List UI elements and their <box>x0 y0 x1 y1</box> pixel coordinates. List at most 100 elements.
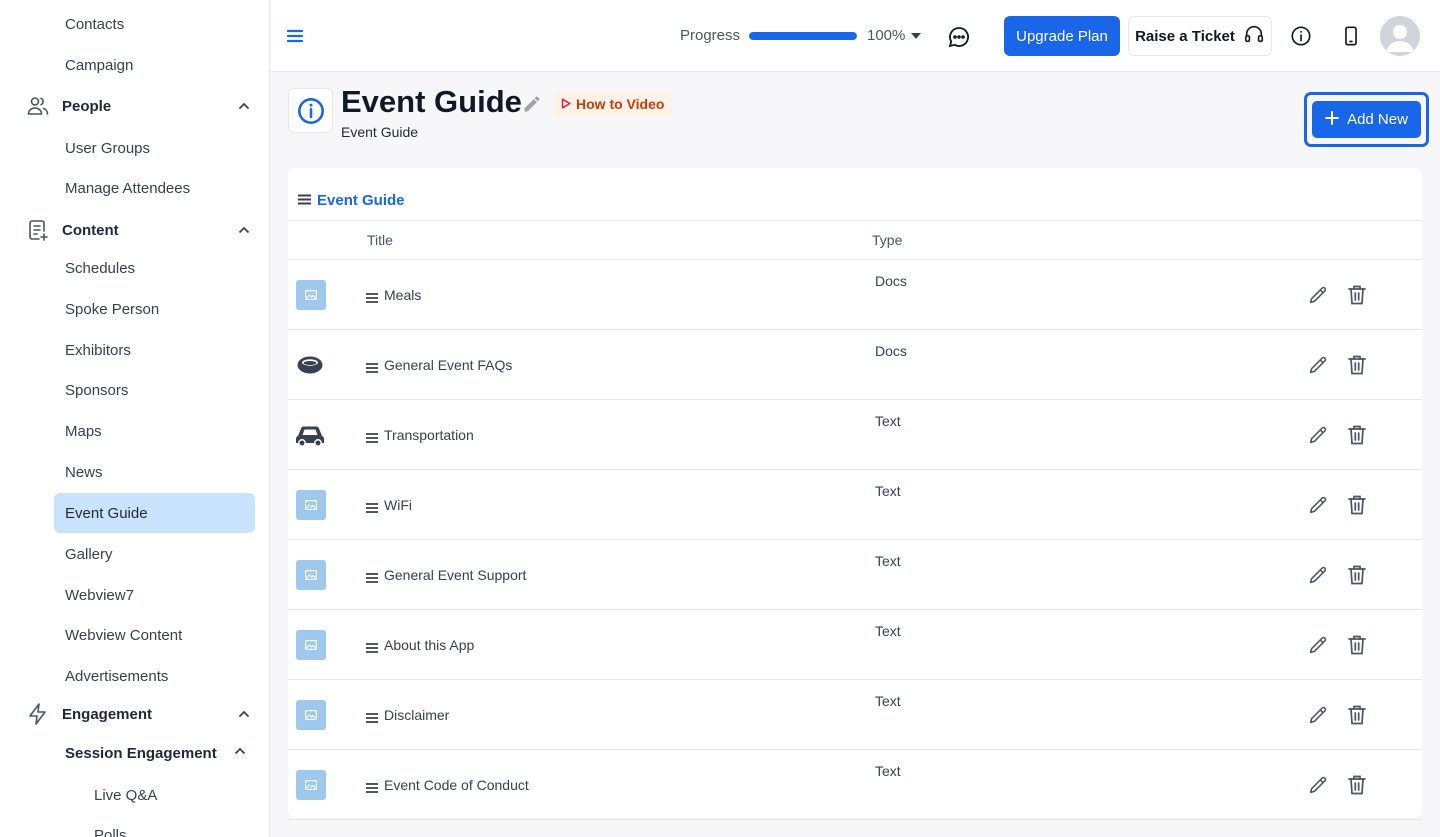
edit-title-pencil-icon[interactable] <box>522 94 542 114</box>
sidebar-item-webview7[interactable]: Webview7 <box>54 575 255 615</box>
page-subtitle: Event Guide <box>341 124 419 140</box>
drag-handle-icon[interactable] <box>366 360 378 373</box>
table-row[interactable]: Event Code of Conduct Text <box>288 750 1422 820</box>
row-title: General Event FAQs <box>384 357 513 373</box>
row-title: WiFi <box>384 497 412 513</box>
document-add-icon <box>24 216 52 244</box>
drag-handle-icon[interactable] <box>366 640 378 653</box>
drag-handle-icon[interactable] <box>366 570 378 583</box>
sidebar-item-contacts[interactable]: Contacts <box>54 4 255 44</box>
play-icon <box>561 96 571 112</box>
table-row[interactable]: General Event Support Text <box>288 540 1422 610</box>
table-row[interactable]: Meals Docs <box>288 260 1422 330</box>
column-header-title: Title <box>367 232 393 248</box>
table-header: Title Type <box>288 220 1422 260</box>
sidebar-item-maps[interactable]: Maps <box>54 411 255 451</box>
sidebar-section-content[interactable]: Content <box>24 210 254 250</box>
trash-icon[interactable] <box>1347 284 1367 306</box>
sidebar-item-sponsors[interactable]: Sponsors <box>54 370 255 410</box>
drag-handle-icon[interactable] <box>366 780 378 793</box>
edit-pencil-icon[interactable] <box>1307 494 1329 516</box>
sidebar-item-advertisements[interactable]: Advertisements <box>54 656 255 696</box>
table-row[interactable]: General Event FAQs Docs <box>288 330 1422 400</box>
trash-icon[interactable] <box>1347 354 1367 376</box>
row-type: Text <box>875 413 901 429</box>
sidebar-subsection-session-engagement[interactable]: Session Engagement <box>54 733 255 773</box>
sidebar-item-campaign[interactable]: Campaign <box>54 45 255 85</box>
add-new-focus-ring: Add New <box>1304 92 1429 147</box>
upgrade-plan-button[interactable]: Upgrade Plan <box>1004 16 1120 56</box>
sidebar-item-event-guide[interactable]: Event Guide <box>54 493 255 533</box>
table-row[interactable]: WiFi Text <box>288 470 1422 540</box>
trash-icon[interactable] <box>1347 564 1367 586</box>
sidebar-section-people[interactable]: People <box>24 86 254 126</box>
trash-icon[interactable] <box>1347 494 1367 516</box>
sidebar-item-webview-content[interactable]: Webview Content <box>54 615 255 655</box>
lightning-icon <box>24 700 52 728</box>
section-title[interactable]: Event Guide <box>298 192 405 209</box>
sidebar-item-label: Sponsors <box>65 381 129 399</box>
sidebar-item-label: Session Engagement <box>65 744 217 762</box>
edit-pencil-icon[interactable] <box>1307 774 1329 796</box>
sidebar-item-gallery[interactable]: Gallery <box>54 534 255 574</box>
chevron-up-icon[interactable] <box>234 220 254 240</box>
edit-pencil-icon[interactable] <box>1307 564 1329 586</box>
drag-handle-icon[interactable] <box>366 290 378 303</box>
chevron-up-icon[interactable] <box>234 704 254 724</box>
how-to-video-link[interactable]: How to Video <box>553 92 673 116</box>
sidebar-item-label: Event Guide <box>65 504 148 522</box>
event-guide-card: Event Guide Title Type Meals Docs General… <box>288 168 1422 820</box>
sidebar-item-label: Gallery <box>65 545 113 563</box>
chevron-up-icon[interactable] <box>234 96 254 116</box>
edit-pencil-icon[interactable] <box>1307 704 1329 726</box>
sidebar-item-label: Schedules <box>65 259 136 277</box>
edit-pencil-icon[interactable] <box>1307 284 1329 306</box>
headset-icon <box>1243 23 1265 49</box>
chat-bubble-icon[interactable] <box>947 25 971 49</box>
sidebar-item-exhibitors[interactable]: Exhibitors <box>54 330 255 370</box>
sidebar-item-news[interactable]: News <box>54 452 255 492</box>
row-title: Transportation <box>384 427 474 443</box>
mobile-preview-icon[interactable] <box>1340 25 1362 47</box>
sidebar-item-manage-attendees[interactable]: Manage Attendees <box>54 168 255 208</box>
edit-pencil-icon[interactable] <box>1307 634 1329 656</box>
row-type: Text <box>875 693 901 709</box>
caret-down-icon[interactable] <box>911 33 921 39</box>
section-title-label: Event Guide <box>317 192 405 209</box>
sidebar-section-label: People <box>62 97 112 115</box>
sidebar-section-engagement[interactable]: Engagement <box>24 694 254 734</box>
column-header-type: Type <box>872 232 903 248</box>
edit-pencil-icon[interactable] <box>1307 424 1329 446</box>
row-title: Meals <box>384 287 422 303</box>
sidebar-item-schedules[interactable]: Schedules <box>54 248 255 288</box>
add-new-button[interactable]: Add New <box>1312 101 1421 138</box>
sidebar-item-label: Spoke Person <box>65 300 160 318</box>
drag-handle-icon[interactable] <box>366 710 378 723</box>
drag-handle-icon[interactable] <box>366 500 378 513</box>
trash-icon[interactable] <box>1347 774 1367 796</box>
table-row[interactable]: Disclaimer Text <box>288 680 1422 750</box>
trash-icon[interactable] <box>1347 424 1367 446</box>
table-row[interactable]: Transportation Text <box>288 400 1422 470</box>
row-type: Text <box>875 623 901 639</box>
table-row[interactable]: About this App Text <box>288 610 1422 680</box>
info-icon[interactable] <box>1290 25 1312 47</box>
chevron-up-icon[interactable] <box>233 744 247 762</box>
raise-ticket-button[interactable]: Raise a Ticket <box>1128 16 1272 56</box>
sidebar-item-label: Manage Attendees <box>65 179 191 197</box>
user-avatar[interactable] <box>1380 16 1420 56</box>
sidebar-item-label: Maps <box>65 422 102 440</box>
sidebar-item-live-qa[interactable]: Live Q&A <box>84 775 255 815</box>
drag-handle-icon[interactable] <box>366 430 378 443</box>
sidebar-item-polls[interactable]: Polls <box>84 815 255 837</box>
menu-icon[interactable] <box>285 26 305 46</box>
trash-icon[interactable] <box>1347 704 1367 726</box>
trash-icon[interactable] <box>1347 634 1367 656</box>
sidebar-item-spoke-person[interactable]: Spoke Person <box>54 289 255 329</box>
sidebar-item-user-groups[interactable]: User Groups <box>54 128 255 168</box>
row-title: General Event Support <box>384 567 527 583</box>
sidebar-item-label: Contacts <box>65 15 125 33</box>
sidebar: Contacts Campaign People User Groups Man… <box>0 0 270 837</box>
row-title: Event Code of Conduct <box>384 777 529 793</box>
edit-pencil-icon[interactable] <box>1307 354 1329 376</box>
